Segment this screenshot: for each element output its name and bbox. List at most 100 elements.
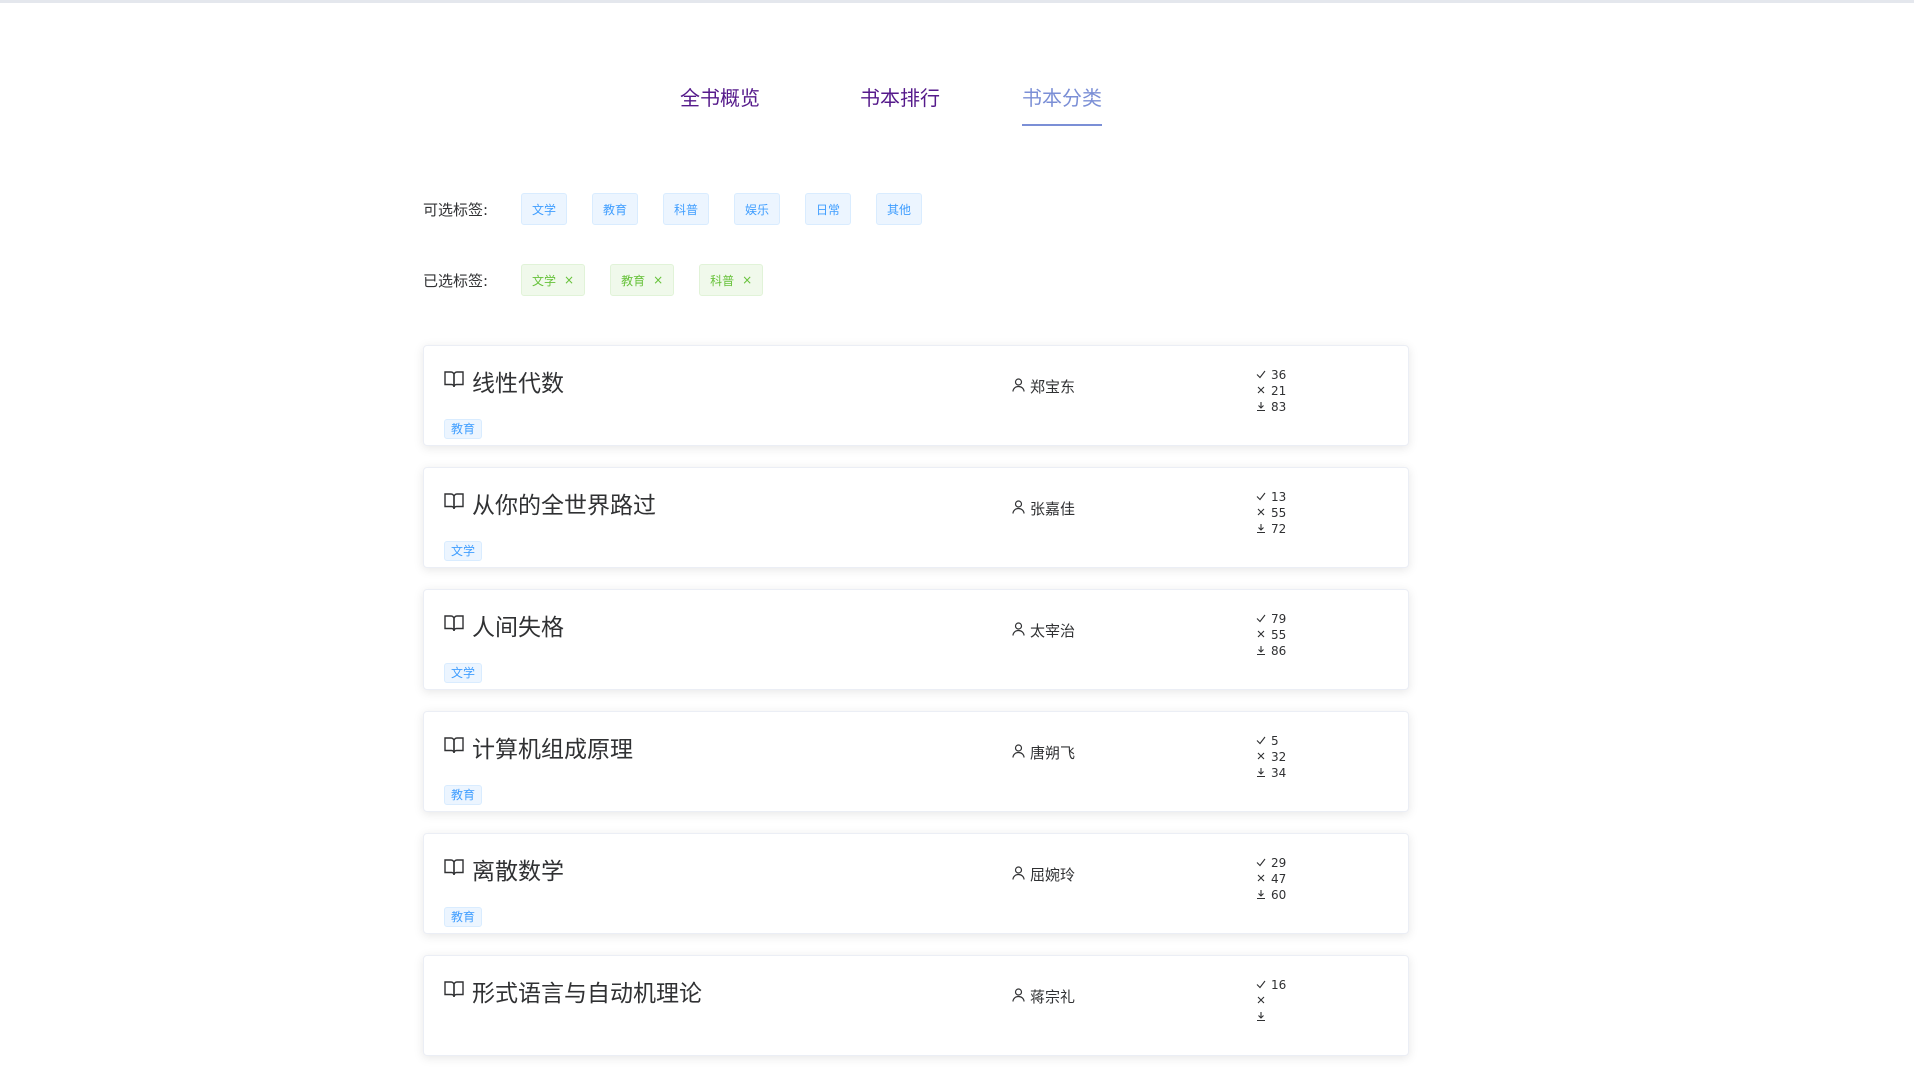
author-name: 太宰治 — [1030, 622, 1076, 640]
download-count: 86 — [1256, 643, 1286, 659]
like-count: 5 — [1256, 733, 1286, 749]
available-tag[interactable]: 娱乐 — [734, 193, 780, 225]
dislike-count: 32 — [1256, 749, 1286, 765]
check-icon — [1256, 733, 1271, 749]
book-icon — [444, 856, 472, 882]
book-list: 线性代数 教育 郑宝东 36 21 83 从你的全世界路过 文学 张嘉佳 13 55 72 人间失格 文学… — [423, 345, 1409, 1077]
book-title-text: 从你的全世界路过 — [472, 493, 656, 519]
dislike-count: 47 — [1256, 871, 1286, 887]
cross-icon — [1256, 871, 1271, 887]
selected-tag-label: 科普 — [710, 273, 735, 288]
available-tag[interactable]: 教育 — [592, 193, 638, 225]
category-tag: 教育 — [444, 785, 483, 805]
close-icon[interactable]: × — [564, 274, 574, 286]
check-icon — [1256, 367, 1271, 383]
like-count: 79 — [1256, 611, 1286, 627]
tab-ranking[interactable]: 书本排行 — [860, 80, 940, 126]
download-icon — [1256, 1009, 1271, 1025]
available-tag[interactable]: 文学 — [521, 193, 567, 225]
like-count: 13 — [1256, 489, 1286, 505]
book-stats: 5 32 34 — [1256, 733, 1286, 781]
close-icon[interactable]: × — [742, 274, 752, 286]
author-name: 唐朔飞 — [1030, 744, 1076, 762]
book-card[interactable]: 从你的全世界路过 文学 张嘉佳 13 55 72 — [423, 467, 1409, 568]
book-icon — [444, 490, 472, 516]
cross-icon — [1256, 383, 1271, 399]
book-stats: 13 55 72 — [1256, 489, 1286, 537]
book-title[interactable]: 形式语言与自动机理论 — [444, 974, 702, 1008]
book-title[interactable]: 人间失格 — [444, 608, 564, 642]
user-icon — [1012, 377, 1030, 396]
dislike-count: 21 — [1256, 383, 1286, 399]
author-name: 张嘉佳 — [1030, 500, 1076, 518]
author-name: 屈婉玲 — [1030, 866, 1076, 884]
user-icon — [1012, 621, 1030, 640]
selected-tag: 教育 × — [610, 264, 675, 296]
book-icon — [444, 368, 472, 394]
download-count: 60 — [1256, 887, 1286, 903]
cross-icon — [1256, 993, 1271, 1009]
user-icon — [1012, 743, 1030, 762]
close-icon[interactable]: × — [653, 274, 663, 286]
dislike-count: 55 — [1256, 627, 1286, 643]
tab-overview[interactable]: 全书概览 — [680, 80, 760, 126]
book-card[interactable]: 人间失格文学 太宰治 79 55 86 — [423, 589, 1409, 690]
book-icon — [444, 612, 472, 638]
download-icon — [1256, 643, 1271, 659]
available-tag[interactable]: 日常 — [805, 193, 851, 225]
check-icon — [1256, 611, 1271, 627]
book-card[interactable]: 离散数学教育 屈婉玲 29 47 60 — [423, 833, 1409, 934]
selected-tags-row: 已选标签: 文学 × 教育 × 科普 × — [423, 264, 788, 296]
download-icon — [1256, 765, 1271, 781]
author: 张嘉佳 — [1012, 498, 1075, 519]
check-icon — [1256, 977, 1271, 993]
selected-tags-label: 已选标签: — [423, 271, 489, 290]
available-tag[interactable]: 科普 — [663, 193, 709, 225]
author: 屈婉玲 — [1012, 864, 1075, 885]
book-stats: 16 — [1256, 977, 1286, 1025]
book-stats: 29 47 60 — [1256, 855, 1286, 903]
download-count: 83 — [1256, 399, 1286, 415]
selected-tag: 文学 × — [521, 264, 586, 296]
book-title[interactable]: 离散数学 — [444, 852, 564, 886]
category-tag: 教育 — [444, 907, 483, 927]
author: 太宰治 — [1012, 620, 1075, 641]
book-title-text: 形式语言与自动机理论 — [472, 981, 702, 1007]
tab-category[interactable]: 书本分类 — [1022, 80, 1102, 126]
book-title-text: 离散数学 — [472, 859, 564, 885]
book-stats: 36 21 83 — [1256, 367, 1286, 415]
author: 郑宝东 — [1012, 376, 1075, 397]
selected-tag-label: 教育 — [621, 273, 646, 288]
selected-tag-label: 文学 — [532, 273, 557, 288]
like-count: 36 — [1256, 367, 1286, 383]
book-title-text: 人间失格 — [472, 615, 564, 641]
book-title[interactable]: 从你的全世界路过 — [444, 486, 656, 520]
book-title[interactable]: 线性代数 — [444, 364, 564, 398]
top-divider — [0, 0, 1914, 3]
dislike-count — [1256, 993, 1286, 1009]
book-title-text: 线性代数 — [472, 371, 564, 397]
download-count: 72 — [1256, 521, 1286, 537]
available-tags-row: 可选标签: 文学 教育 科普 娱乐 日常 其他 — [423, 193, 947, 225]
book-icon — [444, 978, 472, 1004]
available-tag[interactable]: 其他 — [876, 193, 922, 225]
author: 唐朔飞 — [1012, 742, 1075, 763]
selected-tag: 科普 × — [699, 264, 764, 296]
check-icon — [1256, 489, 1271, 505]
book-title-text: 计算机组成原理 — [472, 737, 633, 763]
like-count: 16 — [1256, 977, 1286, 993]
check-icon — [1256, 855, 1271, 871]
user-icon — [1012, 865, 1030, 884]
book-stats: 79 55 86 — [1256, 611, 1286, 659]
download-icon — [1256, 399, 1271, 415]
book-title[interactable]: 计算机组成原理 — [444, 730, 633, 764]
cross-icon — [1256, 627, 1271, 643]
available-tags-label: 可选标签: — [423, 200, 489, 219]
download-icon — [1256, 887, 1271, 903]
category-tag: 文学 — [444, 663, 483, 683]
book-card[interactable]: 计算机组成原理教育 唐朔飞 5 32 34 — [423, 711, 1409, 812]
book-card[interactable]: 线性代数 教育 郑宝东 36 21 83 — [423, 345, 1409, 446]
cross-icon — [1256, 749, 1271, 765]
dislike-count: 55 — [1256, 505, 1286, 521]
book-card[interactable]: 形式语言与自动机理论 蒋宗礼 16 — [423, 955, 1409, 1056]
